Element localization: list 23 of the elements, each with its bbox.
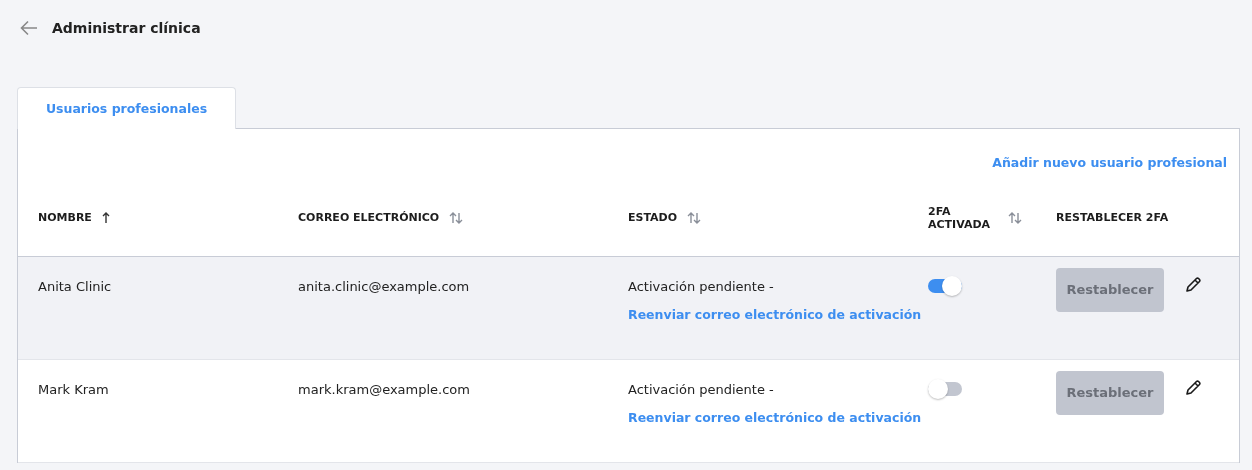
column-header: NOMBRE bbox=[38, 211, 92, 224]
column-header: 2FA ACTIVADA bbox=[928, 204, 992, 231]
status-text: Activación pendiente - bbox=[628, 279, 775, 294]
page-title: Administrar clínica bbox=[52, 19, 201, 36]
add-user-link[interactable]: Añadir nuevo usuario profesional bbox=[992, 155, 1227, 179]
sort-icon[interactable] bbox=[687, 211, 702, 224]
sort-icon[interactable] bbox=[449, 211, 464, 224]
two-fa-toggle[interactable] bbox=[928, 275, 964, 297]
status-text: Activación pendiente - bbox=[628, 382, 775, 397]
resend-activation-link[interactable]: Reenviar correo electrónico de activación bbox=[628, 307, 928, 322]
column-header: ESTADO bbox=[628, 211, 678, 224]
resend-activation-link[interactable]: Reenviar correo electrónico de activación bbox=[628, 410, 928, 425]
column-header: CORREO ELECTRÓNICO bbox=[298, 211, 440, 224]
column-header: RESTABLECER 2FA bbox=[1056, 211, 1169, 224]
back-arrow-icon[interactable] bbox=[20, 19, 38, 36]
user-email: anita.clinic@example.com bbox=[298, 279, 471, 294]
user-name: Mark Kram bbox=[38, 382, 110, 397]
two-fa-toggle[interactable] bbox=[928, 378, 964, 400]
tab[interactable]: Usuarios profesionales bbox=[17, 87, 236, 129]
user-name: Anita Clinic bbox=[38, 279, 113, 294]
sort-ascending-icon[interactable] bbox=[101, 211, 110, 224]
user-email: mark.kram@example.com bbox=[298, 382, 471, 397]
sort-icon[interactable] bbox=[1008, 211, 1022, 224]
